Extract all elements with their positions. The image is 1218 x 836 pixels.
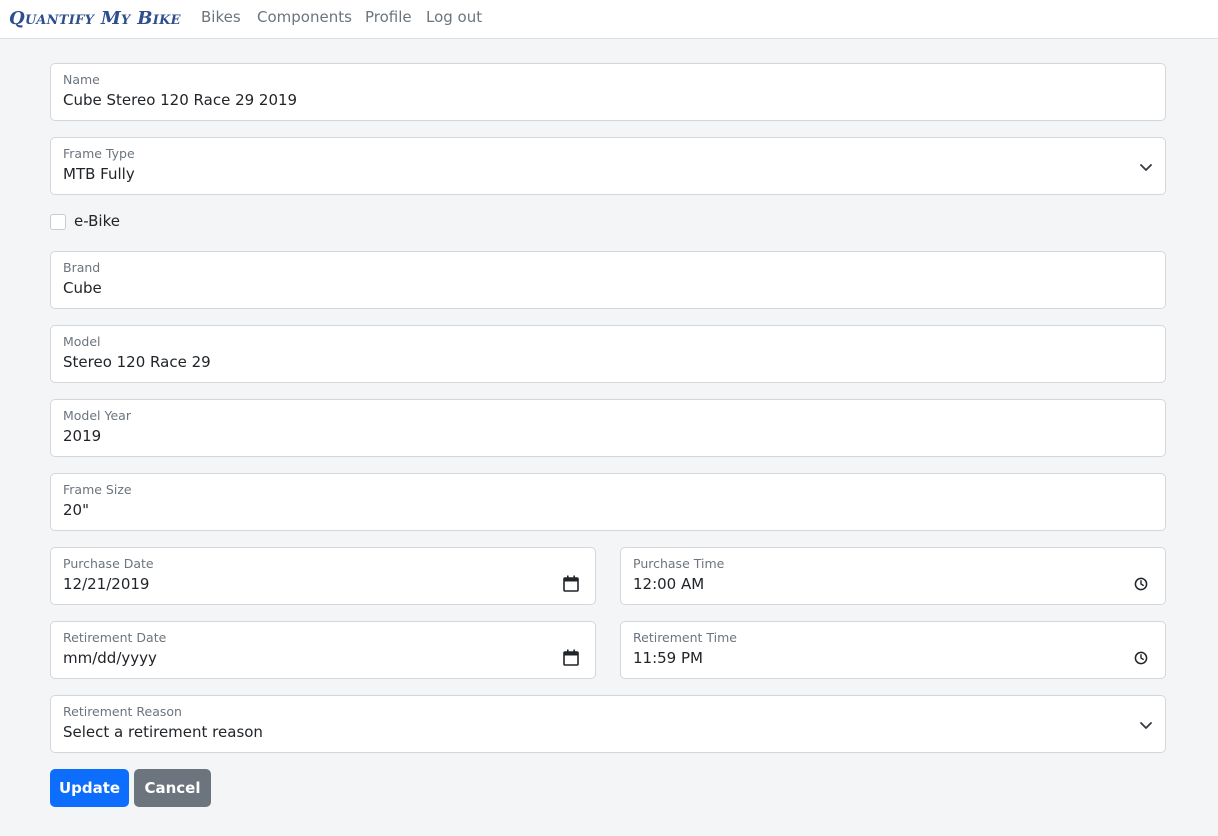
retirement-time-label: Retirement Time [633,630,737,645]
model-value[interactable]: Stereo 120 Race 29 [63,353,211,371]
purchase-date-value[interactable]: 12/21/2019 [63,575,149,593]
brand-value[interactable]: Cube [63,279,102,297]
frame-size-field[interactable]: Frame Size 20" [50,473,1166,531]
frame-size-value[interactable]: 20" [63,501,89,519]
calendar-icon[interactable] [563,575,579,592]
frame-type-label: Frame Type [63,146,135,161]
purchase-time-field[interactable]: Purchase Time 12:00 AM [620,547,1166,605]
retirement-reason-select[interactable]: Retirement Reason Select a retirement re… [50,695,1166,753]
retirement-reason-label: Retirement Reason [63,704,182,719]
cancel-button[interactable]: Cancel [134,769,211,807]
ebike-checkbox[interactable] [50,214,66,230]
name-value[interactable]: Cube Stereo 120 Race 29 2019 [63,91,297,109]
update-button[interactable]: Update [50,769,129,807]
frame-type-value[interactable]: MTB Fully [63,165,135,183]
frame-size-label: Frame Size [63,482,132,497]
retirement-time-field[interactable]: Retirement Time 11:59 PM [620,621,1166,679]
retirement-date-value[interactable]: mm/dd/yyyy [63,649,157,667]
brand-logo[interactable]: Quantify My Bike [9,8,181,29]
retirement-date-label: Retirement Date [63,630,167,645]
model-year-field[interactable]: Model Year 2019 [50,399,1166,457]
clock-icon[interactable] [1134,577,1148,591]
nav-link-profile[interactable]: Profile [365,8,412,26]
model-label: Model [63,334,101,349]
purchase-date-field[interactable]: Purchase Date 12/21/2019 [50,547,596,605]
calendar-icon[interactable] [563,649,579,666]
retirement-time-value[interactable]: 11:59 PM [633,649,703,667]
model-field[interactable]: Model Stereo 120 Race 29 [50,325,1166,383]
retirement-date-field[interactable]: Retirement Date mm/dd/yyyy [50,621,596,679]
purchase-time-label: Purchase Time [633,556,725,571]
model-year-label: Model Year [63,408,131,423]
nav-link-logout[interactable]: Log out [426,8,482,26]
brand-label: Brand [63,260,101,275]
top-navbar: Quantify My Bike Bikes Components Profil… [0,0,1218,39]
clock-icon[interactable] [1134,651,1148,665]
purchase-time-value[interactable]: 12:00 AM [633,575,704,593]
ebike-label[interactable]: e-Bike [74,212,120,230]
brand-field[interactable]: Brand Cube [50,251,1166,309]
nav-link-bikes[interactable]: Bikes [201,8,241,26]
name-field[interactable]: Name Cube Stereo 120 Race 29 2019 [50,63,1166,121]
chevron-down-icon [1140,722,1152,729]
name-label: Name [63,72,100,87]
retirement-reason-value[interactable]: Select a retirement reason [63,723,263,741]
model-year-value[interactable]: 2019 [63,427,101,445]
nav-link-components[interactable]: Components [257,8,352,26]
chevron-down-icon [1140,164,1152,171]
purchase-date-label: Purchase Date [63,556,154,571]
frame-type-select[interactable]: Frame Type MTB Fully [50,137,1166,195]
